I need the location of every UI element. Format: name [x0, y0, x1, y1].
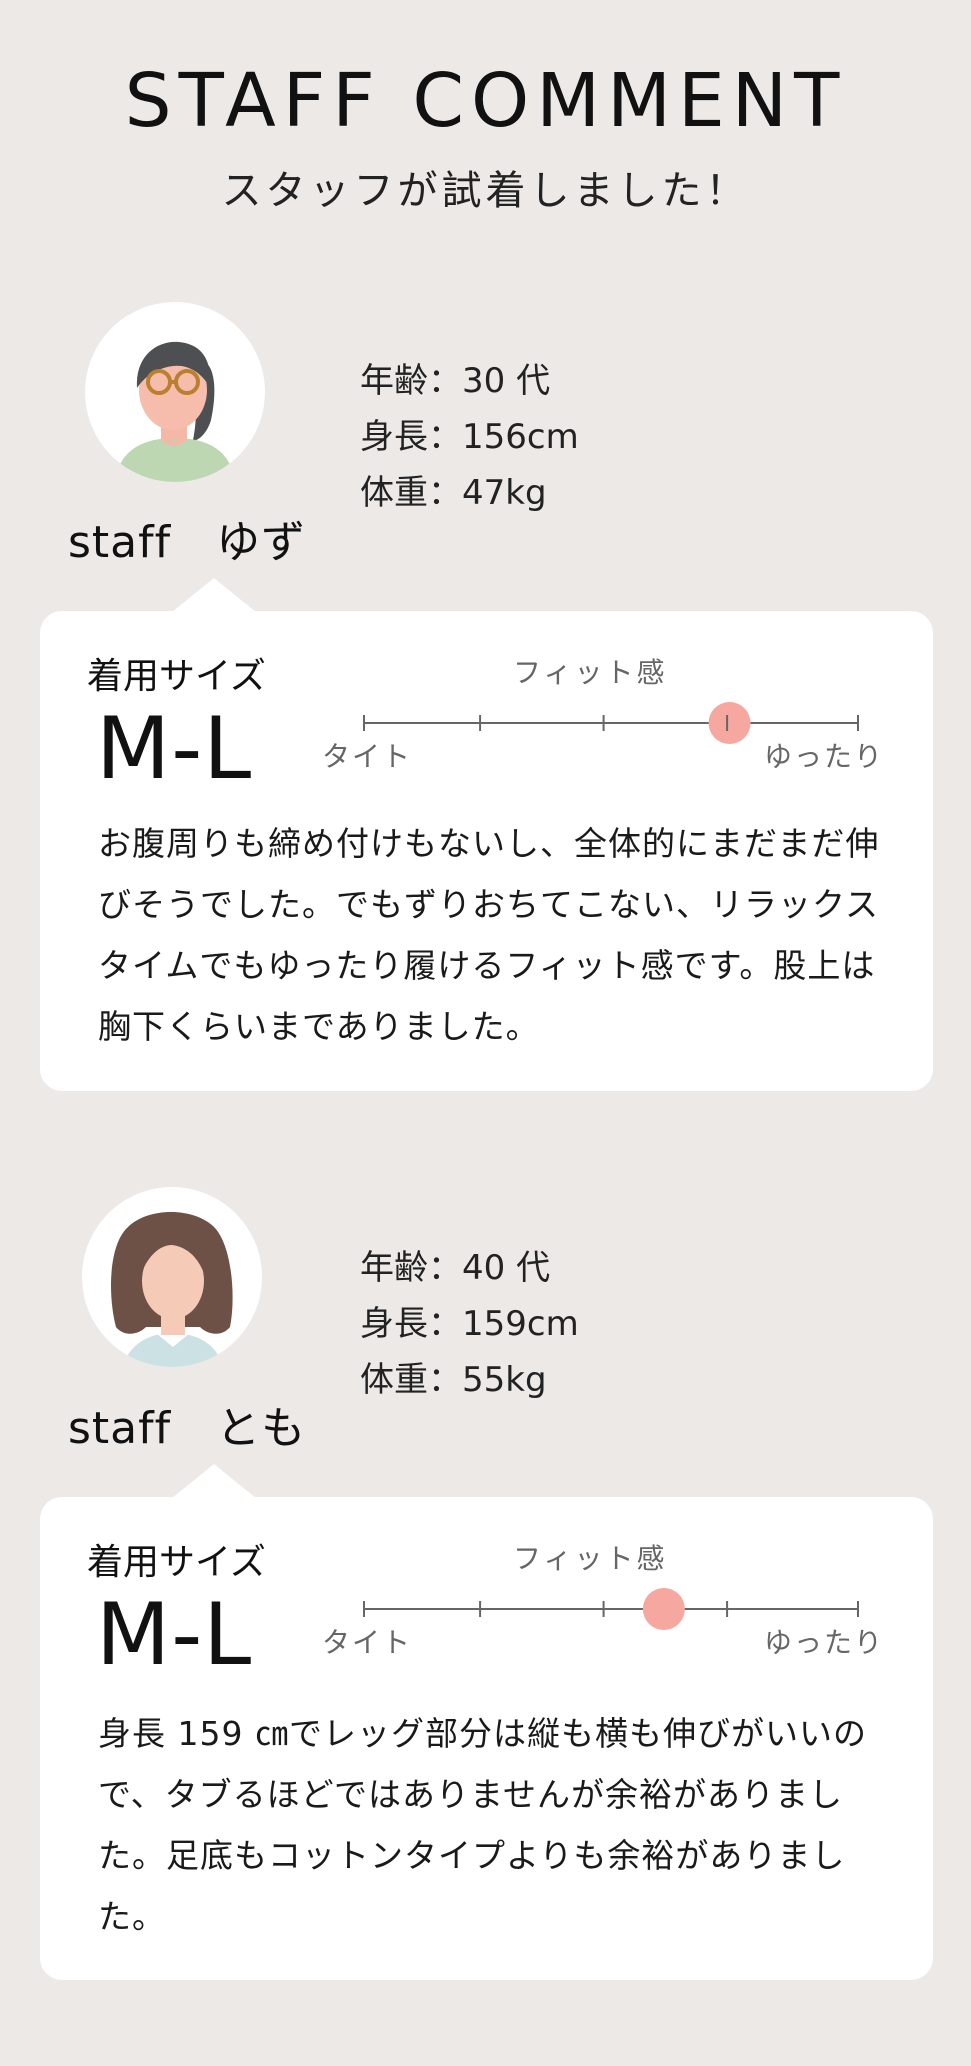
woman-long-hair-icon	[82, 1187, 262, 1367]
staff-age: 年齢：40 代	[360, 1248, 551, 1288]
staff-comment: お腹周りも締め付けもないし、全体的にまだまだ伸びそうでした。でもずりおちてこない…	[98, 824, 880, 1046]
fit-title: フィット感	[513, 1542, 668, 1575]
size-label: 着用サイズ	[87, 1542, 266, 1583]
card-pointer	[172, 578, 256, 612]
staff-height: 身長：156cm	[360, 417, 579, 457]
size-value: M-L	[96, 1585, 253, 1685]
fit-card: 着用サイズ M-L フィット感 タイト ゆったり お腹周りも締め付けもないし、全…	[40, 611, 933, 1091]
size-label: 着用サイズ	[87, 656, 266, 697]
staff-stats: 年齢：40 代 身長：159cm 体重：55kg	[360, 1240, 579, 1408]
card-pointer	[172, 1464, 256, 1498]
staff-name: staff とも	[68, 1403, 307, 1454]
staff-stats: 年齢：30 代 身長：156cm 体重：47kg	[360, 353, 579, 521]
staff-age: 年齢：30 代	[360, 361, 551, 401]
fit-left-label: タイト	[322, 1626, 413, 1659]
staff-weight: 体重：47kg	[360, 473, 547, 513]
staff-weight: 体重：55kg	[360, 1360, 547, 1400]
fit-right-label: ゆったり	[764, 740, 885, 773]
staff-height: 身長：159cm	[360, 1304, 579, 1344]
size-value: M-L	[96, 699, 253, 799]
fit-title: フィット感	[513, 656, 668, 689]
fit-marker	[642, 1588, 685, 1630]
woman-glasses-ponytail-icon	[85, 302, 265, 482]
fit-marker	[708, 702, 751, 744]
page-subtitle: スタッフが試着しました！	[221, 168, 750, 214]
fit-left-label: タイト	[322, 740, 413, 773]
staff-name: staff ゆず	[68, 517, 307, 568]
fit-card: 着用サイズ M-L フィット感 タイト ゆったり 身長 159 ㎝でレッグ部分は…	[40, 1497, 933, 1980]
staff-comment: 身長 159 ㎝でレッグ部分は縦も横も伸びがいいので、タブるほどではありませんが…	[98, 1714, 867, 1936]
fit-right-label: ゆったり	[764, 1626, 885, 1659]
page-title: STAFF COMMENT	[124, 58, 847, 144]
